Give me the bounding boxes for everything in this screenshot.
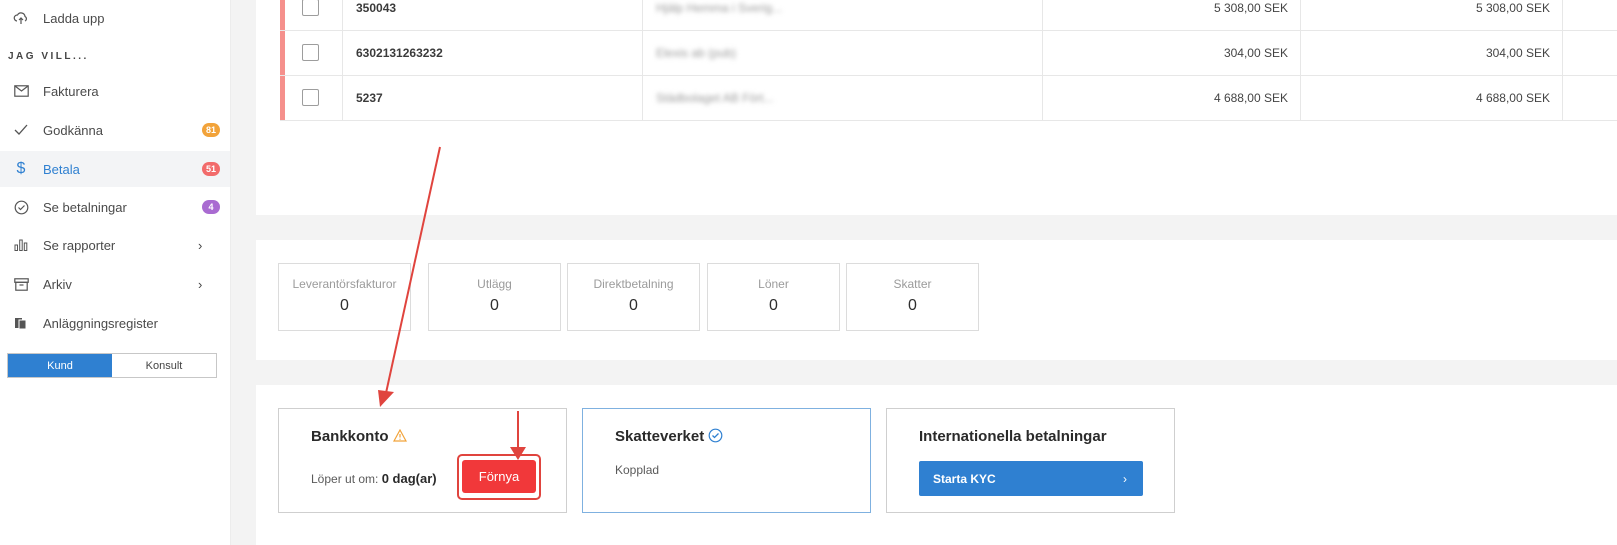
- count-badge: 81: [202, 123, 220, 137]
- supplier-name: Elexis ab (pub): [656, 46, 737, 60]
- summary-value: 0: [629, 297, 638, 314]
- invoice-id: 5237: [356, 91, 383, 105]
- amount-remaining: 304,00 SEK: [1485, 46, 1550, 60]
- start-kyc-button[interactable]: Starta KYC ›: [919, 461, 1143, 496]
- chevron-right-icon: ›: [1123, 471, 1127, 486]
- international-payments-card: Internationella betalningar Starta KYC ›: [886, 408, 1175, 513]
- mail-icon: [12, 82, 30, 100]
- sidebar-item-anlaggningsregister[interactable]: Anläggningsregister: [0, 305, 230, 341]
- card-title: Bankkonto: [311, 428, 407, 445]
- sidebar-item-label: Arkiv: [43, 276, 72, 292]
- renew-button[interactable]: Förnya: [462, 460, 536, 493]
- invoice-id: 6302131263232: [356, 46, 443, 60]
- row-checkbox[interactable]: [302, 44, 319, 61]
- count-badge: 4: [202, 200, 220, 214]
- section-title: JAG VILL...: [8, 51, 89, 62]
- amount: 304,00 SEK: [1223, 46, 1288, 60]
- summary-utlagg[interactable]: Utlägg 0: [428, 263, 561, 331]
- sidebar-item-label: Betala: [43, 161, 80, 177]
- files-icon: [12, 314, 30, 332]
- row-marker: [280, 76, 285, 120]
- dollar-icon: $: [16, 160, 26, 177]
- summary-loner[interactable]: Löner 0: [707, 263, 840, 331]
- table-row[interactable]: 6302131263232 Elexis ab (pub) 304,00 SEK…: [280, 31, 1617, 76]
- check-circle-icon: [12, 198, 30, 216]
- row-checkbox[interactable]: [302, 89, 319, 106]
- chevron-right-icon: ›: [198, 237, 203, 253]
- sidebar-item-label: Anläggningsregister: [43, 315, 158, 331]
- toggle-kund[interactable]: Kund: [8, 354, 112, 377]
- amount-remaining: 4 688,00 SEK: [1475, 91, 1550, 105]
- sidebar-item-label: Ladda upp: [43, 10, 105, 26]
- sidebar-item-arkiv[interactable]: Arkiv ›: [0, 266, 230, 302]
- summary-label: Skatter: [893, 277, 932, 291]
- row-checkbox[interactable]: [302, 0, 319, 16]
- invoice-id: 350043: [356, 1, 397, 15]
- button-label: Starta KYC: [933, 471, 996, 486]
- sidebar: Ladda upp JAG VILL... Fakturera Godkänna…: [0, 0, 231, 545]
- archive-icon: [12, 275, 30, 293]
- supplier-name: Hjälp Hemma i Sverig...: [656, 1, 783, 15]
- bar-chart-icon: [12, 236, 30, 254]
- summary-label: Leverantörsfakturor: [292, 277, 397, 291]
- summary-label: Utlägg: [477, 277, 512, 291]
- toggle-konsult[interactable]: Konsult: [112, 354, 216, 377]
- summary-value: 0: [908, 297, 917, 314]
- verified-check-icon: [708, 428, 723, 445]
- supplier-name: Städbolaget AB Fört...: [656, 91, 774, 105]
- sidebar-item-label: Se betalningar: [43, 199, 127, 215]
- expiry-text: Löper ut om: 0 dag(ar): [311, 471, 437, 486]
- card-title: Internationella betalningar: [919, 428, 1107, 445]
- sidebar-item-betala[interactable]: $ Betala 51: [0, 151, 230, 187]
- cloud-upload-icon: [12, 9, 30, 27]
- summary-label: Löner: [758, 277, 789, 291]
- role-toggle: Kund Konsult: [7, 353, 217, 378]
- warning-icon: [392, 428, 407, 445]
- sidebar-item-se-rapporter[interactable]: Se rapporter ›: [0, 227, 230, 263]
- sidebar-item-label: Se rapporter: [43, 237, 116, 253]
- check-icon: [12, 121, 30, 139]
- count-badge: 51: [202, 162, 220, 176]
- sidebar-item-upload[interactable]: Ladda upp: [0, 0, 230, 36]
- summary-skatter[interactable]: Skatter 0: [846, 263, 979, 331]
- card-title: Skatteverket: [615, 428, 723, 445]
- chevron-right-icon: ›: [198, 276, 203, 292]
- expiry-value: 0 dag(ar): [381, 471, 437, 486]
- sidebar-item-se-betalningar[interactable]: Se betalningar 4: [0, 189, 230, 225]
- sidebar-item-label: Fakturera: [43, 83, 99, 99]
- amount: 4 688,00 SEK: [1213, 91, 1288, 105]
- summary-value: 0: [490, 297, 499, 314]
- summary-value: 0: [769, 297, 778, 314]
- summary-value: 0: [340, 297, 349, 314]
- table-row[interactable]: 5237 Städbolaget AB Fört... 4 688,00 SEK…: [280, 76, 1617, 121]
- sidebar-item-godkanna[interactable]: Godkänna 81: [0, 112, 230, 148]
- tax-agency-card: Skatteverket Kopplad: [582, 408, 871, 513]
- sidebar-item-fakturera[interactable]: Fakturera: [0, 73, 230, 109]
- connection-status: Kopplad: [615, 463, 660, 477]
- row-marker: [280, 0, 285, 30]
- summary-leverantorsfakturor[interactable]: Leverantörsfakturor 0: [278, 263, 411, 331]
- amount: 5 308,00 SEK: [1213, 1, 1288, 15]
- integrations-panel: Bankkonto Löper ut om: 0 dag(ar) Förnya …: [256, 385, 1617, 545]
- table-row[interactable]: 350043 Hjälp Hemma i Sverig... 5 308,00 …: [280, 0, 1617, 31]
- bank-account-card: Bankkonto Löper ut om: 0 dag(ar) Förnya: [278, 408, 567, 513]
- sidebar-item-label: Godkänna: [43, 122, 103, 138]
- payment-summary: Leverantörsfakturor 0 Utlägg 0 Direktbet…: [256, 240, 1617, 360]
- invoice-table: 350043 Hjälp Hemma i Sverig... 5 308,00 …: [256, 0, 1617, 215]
- row-marker: [280, 31, 285, 75]
- amount-remaining: 5 308,00 SEK: [1475, 1, 1550, 15]
- summary-direktbetalning[interactable]: Direktbetalning 0: [567, 263, 700, 331]
- summary-label: Direktbetalning: [593, 277, 674, 291]
